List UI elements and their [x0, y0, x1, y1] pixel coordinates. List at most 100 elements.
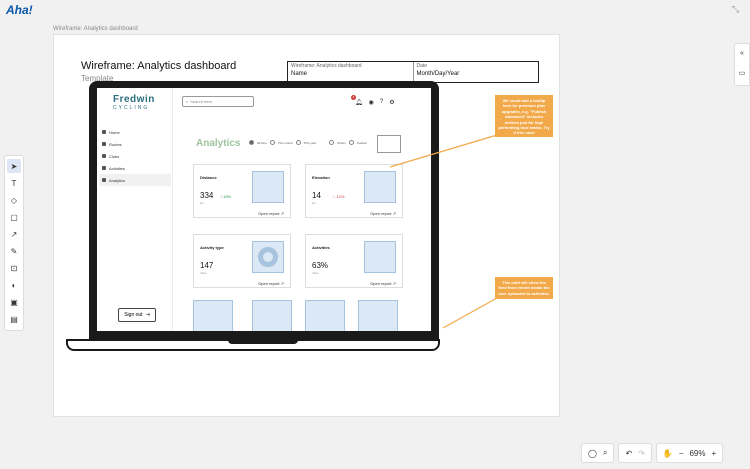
app-logo[interactable]: Aha!	[6, 3, 33, 17]
pen-icon[interactable]: ✎	[7, 244, 21, 258]
image-icon[interactable]: ▣	[7, 295, 21, 309]
collapse-panel-icon[interactable]: «	[735, 44, 749, 64]
nav-item-label: Clubs	[109, 153, 120, 159]
search-placeholder: Search here	[190, 99, 213, 104]
zoom-in-button[interactable]: +	[712, 449, 717, 458]
right-toolbar: « ▭	[734, 43, 750, 86]
time-filters: All time This month This year	[249, 140, 316, 145]
nav-item-activities[interactable]: Activities	[99, 162, 171, 174]
sticky-note-media[interactable]: This card will show the feed from recent…	[495, 277, 553, 299]
analytics-icon	[102, 178, 106, 182]
zoom-level[interactable]: 69%	[689, 449, 705, 458]
frame-icon[interactable]: ⊡	[7, 261, 21, 275]
filter-label: Option	[337, 140, 346, 145]
sticky-note-upgrade[interactable]: We could add a tooltip here for premium …	[495, 95, 553, 137]
arrow-icon[interactable]: ↗	[7, 227, 21, 241]
home-icon	[102, 130, 106, 134]
nav-item-routes[interactable]: Routes	[99, 138, 171, 150]
laptop-notch	[228, 339, 298, 344]
open-report-link[interactable]: Open report ↗	[258, 211, 284, 216]
image-placeholder	[358, 300, 398, 331]
card-value: 14	[312, 191, 321, 200]
palette-icon[interactable]: ◐	[7, 278, 21, 292]
canvas-label: Wireframe: Analytics dashboard	[53, 26, 138, 32]
help-icon[interactable]: ?	[380, 99, 383, 106]
screen-nav: Home Routes Clubs Activities Analytics	[99, 126, 171, 186]
zoom-out-button[interactable]: −	[679, 449, 684, 458]
comment-icon[interactable]: ◯	[588, 449, 597, 458]
meta-date-cell: Date Month/Day/Year	[412, 62, 539, 82]
signout-label: Sign out	[124, 312, 143, 318]
secondary-filters: Option Custom	[329, 140, 367, 145]
search-icon: ⌕	[186, 99, 189, 104]
card-unit: rides	[200, 271, 207, 275]
analytics-heading: Analytics	[196, 138, 241, 149]
filter-label: Custom	[356, 140, 368, 145]
radio-icon[interactable]	[269, 140, 275, 145]
metric-card-activities[interactable]: Activities 63% rides Open report ↗	[305, 234, 403, 288]
template-icon[interactable]: ▤	[7, 312, 21, 326]
nav-item-clubs[interactable]: Clubs	[99, 150, 171, 162]
meta-date-label: Date	[416, 63, 428, 69]
dropdown-box[interactable]	[377, 135, 401, 153]
radio-icon[interactable]	[249, 140, 254, 145]
nav-item-label: Home	[109, 129, 120, 135]
bell-icon[interactable]: 🔔︎ 3	[351, 95, 363, 106]
line-chart-icon	[252, 171, 284, 203]
sticky-note-icon[interactable]: ▢	[7, 210, 21, 224]
card-title: Activities	[312, 245, 330, 250]
redo-icon[interactable]: ↷	[638, 449, 645, 458]
undo-icon[interactable]: ↶	[625, 449, 632, 458]
history-group: ↶ ↷	[618, 443, 652, 463]
hand-icon[interactable]: ✋	[663, 449, 673, 458]
search-icon[interactable]: ⌕	[603, 448, 607, 458]
collapse-icon[interactable]: ⤡	[732, 4, 742, 14]
nav-item-label: Activities	[109, 165, 125, 171]
doc-title: Wireframe: Analytics dashboard	[81, 60, 237, 72]
signout-icon: ⇥	[145, 312, 150, 318]
image-placeholder	[193, 300, 233, 331]
meta-name-cell: Wireframe: Analytics dashboard Name	[288, 62, 413, 82]
notification-badge: 3	[351, 95, 356, 100]
gear-icon[interactable]: ⚙	[389, 99, 394, 106]
metric-card-activity-type[interactable]: Activity type 147 rides Open report ↗	[193, 234, 291, 288]
nav-item-analytics[interactable]: Analytics	[99, 174, 171, 186]
bottom-bar-left: ◯ ⌕ ↶ ↷ ✋ − 69% +	[581, 443, 724, 463]
meta-name-label: Wireframe: Analytics dashboard	[291, 63, 362, 69]
radio-icon[interactable]	[329, 140, 334, 145]
radio-icon[interactable]	[295, 140, 301, 145]
text-icon[interactable]: T	[7, 176, 21, 190]
screen-sidebar: Fredwin CYCLING Home Routes Clubs Activi…	[97, 88, 173, 331]
cursor-icon[interactable]: ➤	[7, 159, 21, 173]
metric-card-elevation[interactable]: Elevation 14 ↓ -12% km Open report ↗	[305, 164, 403, 218]
radio-icon[interactable]	[348, 140, 354, 145]
open-report-link[interactable]: Open report ↗	[258, 281, 284, 286]
filter-label: All time	[257, 140, 267, 145]
profile-icon[interactable]: ◉	[369, 99, 374, 106]
image-placeholder	[305, 300, 345, 331]
card-change: ↓ -12%	[332, 194, 345, 199]
metric-card-distance[interactable]: Distance 334 ↑ 15% km Open report ↗	[193, 164, 291, 218]
card-unit: km	[312, 201, 316, 205]
comment-panel-icon[interactable]: ▭	[735, 64, 749, 84]
card-unit: rides	[312, 271, 319, 275]
card-title: Elevation	[312, 175, 330, 180]
line-chart-icon	[364, 171, 396, 203]
card-value: 63%	[312, 261, 329, 270]
nav-item-home[interactable]: Home	[99, 126, 171, 138]
signout-button[interactable]: Sign out ⇥	[118, 308, 156, 322]
brand-tagline: CYCLING	[113, 105, 150, 111]
brand-name: Fredwin	[113, 94, 155, 105]
meta-box: Wireframe: Analytics dashboard Name Date…	[287, 61, 539, 83]
card-value: 334	[200, 191, 214, 200]
donut-chart-icon	[252, 241, 284, 273]
search-input[interactable]: ⌕ Search here	[182, 96, 254, 107]
clubs-icon	[102, 154, 106, 158]
comment-search-group: ◯ ⌕	[581, 443, 615, 463]
filter-label: This month	[277, 140, 293, 145]
meta-date-value: Month/Day/Year	[416, 71, 460, 77]
open-report-link[interactable]: Open report ↗	[370, 281, 396, 286]
open-report-link[interactable]: Open report ↗	[370, 211, 396, 216]
laptop-screen: Fredwin CYCLING Home Routes Clubs Activi…	[97, 88, 431, 331]
shapes-icon[interactable]: ◇	[7, 193, 21, 207]
